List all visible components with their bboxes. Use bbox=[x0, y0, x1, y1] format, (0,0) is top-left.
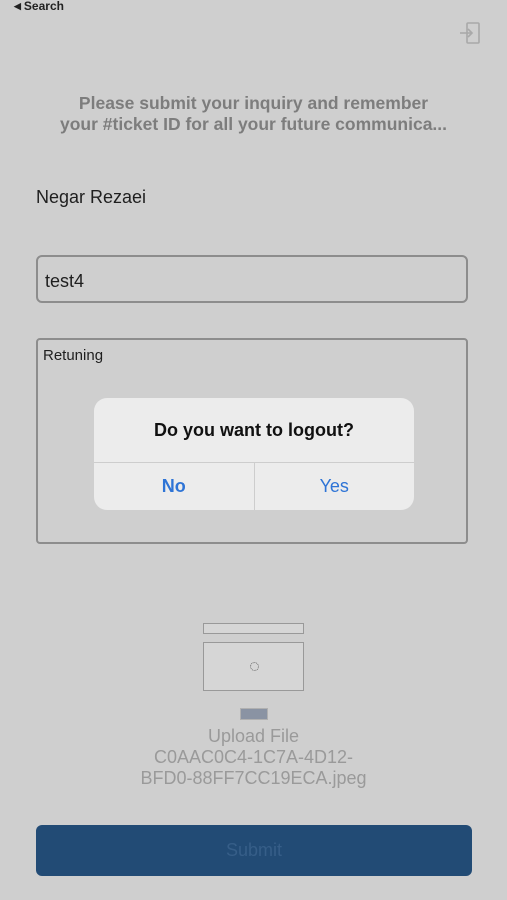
upload-filename-line-2: BFD0-88FF7CC19ECA.jpeg bbox=[140, 768, 367, 788]
back-to-search-link[interactable]: ◀ Search bbox=[14, 0, 64, 13]
logout-dialog-title: Do you want to logout? bbox=[94, 398, 414, 463]
logout-icon[interactable] bbox=[459, 21, 483, 47]
logout-dialog: Do you want to logout? No Yes bbox=[94, 398, 414, 510]
user-name: Negar Rezaei bbox=[36, 187, 147, 207]
submit-button[interactable]: Submit bbox=[36, 825, 472, 876]
upload-file-button[interactable]: Upload File C0AAC0C4-1C7A-4D12- BFD0-88F… bbox=[0, 726, 507, 789]
yes-button[interactable]: Yes bbox=[255, 463, 415, 510]
thumbnail-spinner-icon bbox=[250, 662, 259, 671]
upload-file-label: Upload File bbox=[207, 726, 300, 746]
instructions-line-1: Please submit your inquiry and remember bbox=[78, 93, 429, 113]
subject-input[interactable]: test4 bbox=[36, 255, 468, 303]
logout-dialog-actions: No Yes bbox=[94, 463, 414, 510]
instructions-line-2: your #ticket ID for all your future comm… bbox=[59, 114, 448, 134]
thumbnail-title-field bbox=[203, 623, 304, 634]
back-label: Search bbox=[23, 0, 64, 13]
upload-filename-line-1: C0AAC0C4-1C7A-4D12- bbox=[153, 747, 354, 767]
attached-image-icon bbox=[240, 708, 268, 720]
upload-preview-thumbnail[interactable] bbox=[203, 623, 305, 693]
no-button[interactable]: No bbox=[94, 463, 255, 510]
back-arrow-icon: ◀ bbox=[14, 0, 21, 11]
page-instructions: Please submit your inquiry and remember … bbox=[20, 93, 487, 135]
